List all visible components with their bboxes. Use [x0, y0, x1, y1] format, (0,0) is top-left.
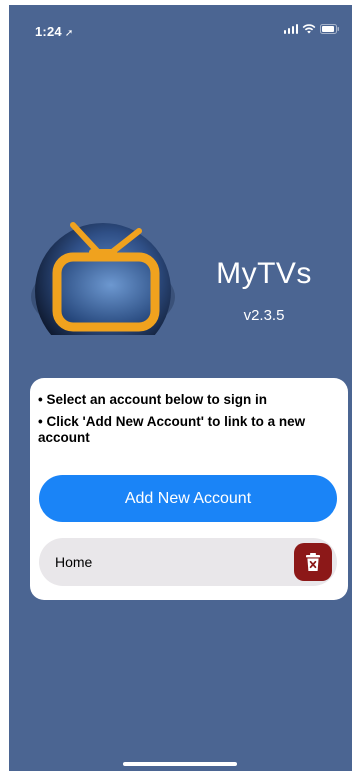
wifi-icon — [302, 24, 316, 34]
status-time: 1:24 ➚ — [35, 24, 73, 39]
account-label: Home — [55, 554, 93, 570]
trash-delete-icon — [306, 553, 320, 571]
delete-account-button[interactable] — [294, 543, 332, 581]
status-time-text: 1:24 — [35, 24, 62, 39]
location-arrow-icon: ➚ — [64, 28, 74, 39]
instruction-line: • Click 'Add New Account' to link to a n… — [38, 414, 306, 445]
cellular-signal-icon — [283, 24, 298, 34]
app-version: v2.3.5 — [243, 307, 285, 324]
add-new-account-button[interactable]: Add New Account — [39, 475, 337, 522]
account-row-home[interactable]: Home — [39, 538, 337, 586]
tv-icon — [29, 215, 177, 359]
app-screen: 1:24 ➚ MyTVs v2.3.5 • Select an account … — [9, 5, 352, 771]
account-card: • Select an account below to sign in • C… — [30, 378, 348, 600]
status-icons — [283, 24, 341, 34]
app-name: MyTVs — [216, 257, 312, 290]
battery-icon — [320, 24, 340, 34]
instructions: • Select an account below to sign in • C… — [38, 392, 344, 452]
home-indicator[interactable] — [123, 762, 237, 766]
status-bar: 1:24 ➚ — [9, 5, 352, 45]
instruction-line: • Select an account below to sign in — [38, 392, 268, 407]
